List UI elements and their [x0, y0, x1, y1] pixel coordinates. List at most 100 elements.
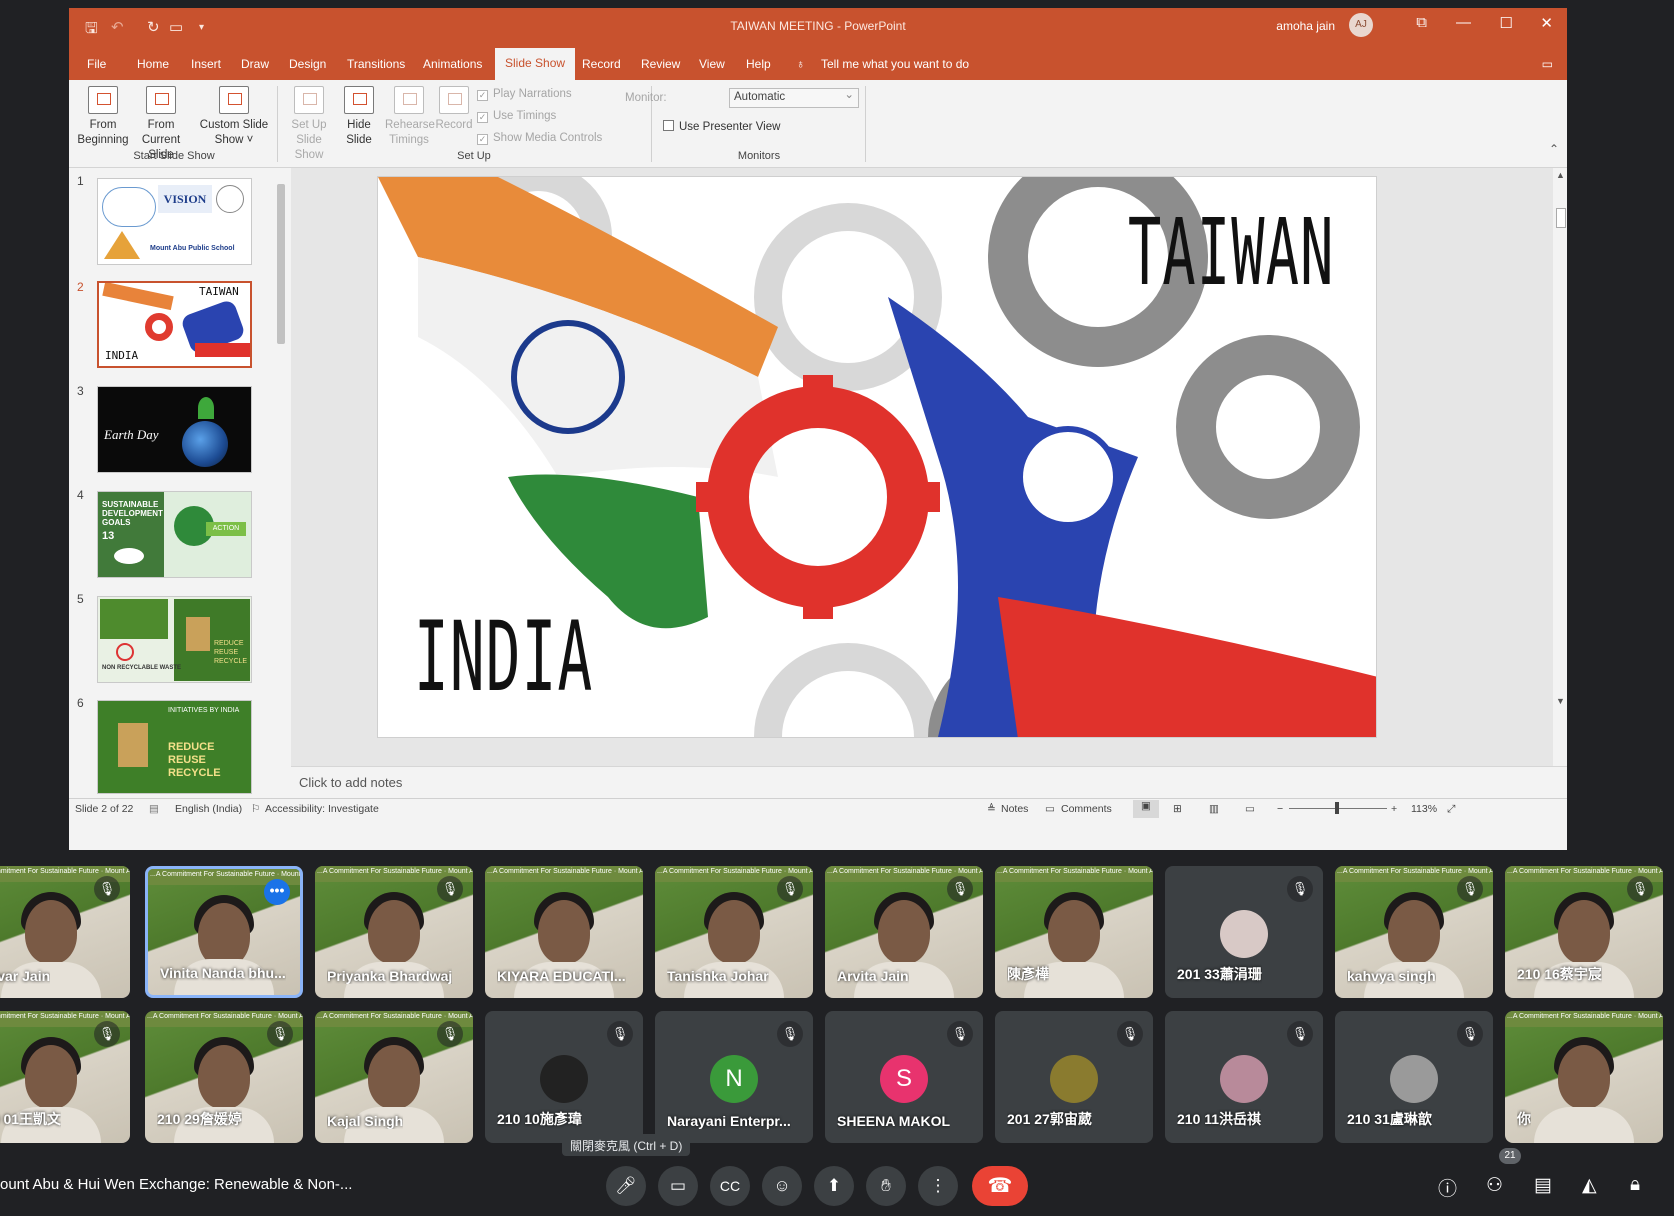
tab-draw[interactable]: Draw	[241, 57, 269, 71]
red-gear-shape	[145, 313, 173, 341]
tab-record[interactable]: Record	[582, 57, 621, 71]
comments-button[interactable]: Comments	[1061, 803, 1112, 815]
notes-button[interactable]: Notes	[1001, 803, 1028, 815]
participant-tile[interactable]: 🎙︎ 210 11洪岳祺	[1165, 1011, 1323, 1143]
rehearse-timings-button[interactable]: Rehearse Timings	[385, 86, 435, 148]
comments-icon[interactable]: ▭	[1542, 57, 1553, 71]
close-icon[interactable]: ✕	[1540, 14, 1553, 32]
language-status[interactable]: English (India)	[175, 803, 242, 815]
custom-slide-show-button[interactable]: Custom Slide Show ˅	[199, 86, 269, 148]
tab-slide-show[interactable]: Slide Show	[495, 48, 576, 80]
scroll-thumb[interactable]	[1556, 208, 1566, 228]
participant-tile[interactable]: ...A Commitment For Sustainable Future ·…	[1505, 866, 1663, 998]
tab-home[interactable]: Home	[137, 57, 169, 71]
ribbon-display-icon[interactable]: ⧉	[1416, 14, 1427, 31]
maximize-icon[interactable]: ☐	[1500, 14, 1513, 32]
tab-help[interactable]: Help	[746, 57, 771, 71]
fit-slide-icon[interactable]: ⤢	[1447, 803, 1455, 816]
participant-tile[interactable]: ...A Commitment For Sustainable Future ·…	[145, 866, 303, 998]
zoom-slider-thumb[interactable]	[1335, 802, 1339, 814]
slide-thumbnail-1[interactable]: VISION Mount Abu Public School	[97, 178, 252, 265]
participant-name: KIYARA EDUCATI...	[497, 968, 626, 984]
microphone-icon[interactable]: 🎤︎	[606, 1166, 646, 1206]
slide-thumbnail-5[interactable]: REDUCE REUSE RECYCLE NON RECYCLABLE WAST…	[97, 596, 252, 683]
host-controls-icon[interactable]: 🔒︎	[1630, 1174, 1640, 1196]
slide-thumbnail-6[interactable]: INITIATIVES BY INDIA REDUCE REUSE RECYCLE	[97, 700, 252, 794]
participant-tile[interactable]: ...A Commitment For Sustainable Future ·…	[145, 1011, 303, 1143]
set-up-slide-show-button[interactable]: Set Up Slide Show	[281, 86, 337, 163]
slideshow-view-icon[interactable]: ▭	[1245, 803, 1255, 815]
accessibility-status[interactable]: Accessibility: Investigate	[265, 803, 379, 815]
slide-thumbnail-4[interactable]: SUSTAINABLE DEVELOPMENT GOALS 13 ACTION	[97, 491, 252, 578]
participant-tile[interactable]: ...A Commitment For Sustainable Future ·…	[1505, 1011, 1663, 1143]
spelling-icon[interactable]: ▤	[149, 803, 159, 815]
participant-tile[interactable]: ...A Commitment For Sustainable Future ·…	[655, 866, 813, 998]
people-icon[interactable]: ⚇	[1486, 1174, 1503, 1197]
participant-tile[interactable]: ...A Commitment For Sustainable Future ·…	[0, 1011, 130, 1143]
participant-tile[interactable]: ...A Commitment For Sustainable Future ·…	[1335, 866, 1493, 998]
end-call-button[interactable]: ☎	[972, 1166, 1028, 1206]
scroll-down-icon[interactable]: ▼	[1556, 696, 1565, 706]
participant-tile[interactable]: ...A Commitment For Sustainable Future ·…	[485, 866, 643, 998]
participant-tile[interactable]: N 🎙︎ Narayani Enterpr...	[655, 1011, 813, 1143]
reading-view-icon[interactable]: ▥	[1209, 803, 1219, 815]
scroll-up-icon[interactable]: ▲	[1556, 170, 1565, 180]
info-icon[interactable]: ⓘ	[1438, 1174, 1457, 1201]
hide-slide-button[interactable]: Hide Slide	[339, 86, 379, 148]
tab-animations[interactable]: Animations	[423, 57, 482, 71]
participant-tile[interactable]: 🎙︎ 201 33蕭涓珊	[1165, 866, 1323, 998]
activities-icon[interactable]: ◭	[1582, 1174, 1597, 1197]
normal-view-icon[interactable]: ▣	[1133, 800, 1159, 818]
avatar[interactable]: AJ	[1349, 13, 1373, 37]
meet-control-bar: ount Abu & Hui Wen Exchange: Renewable &…	[0, 1156, 1674, 1216]
participant-tile[interactable]: 🎙︎ 210 10施彥瑋	[485, 1011, 643, 1143]
participant-tile[interactable]: ...A Commitment For Sustainable Future ·…	[825, 866, 983, 998]
play-narrations-checkbox[interactable]: ✓ Play Narrations	[477, 88, 572, 101]
zoom-in-icon[interactable]: +	[1391, 803, 1397, 815]
captions-icon[interactable]: CC	[710, 1166, 750, 1206]
zoom-out-icon[interactable]: −	[1277, 803, 1283, 815]
minimize-icon[interactable]: —	[1456, 14, 1471, 31]
notes-pane[interactable]: Click to add notes	[291, 766, 1567, 798]
participant-tile[interactable]: ...A Commitment For Sustainable Future ·…	[995, 866, 1153, 998]
slide-thumbnail-2[interactable]: TAIWAN INDIA	[97, 281, 252, 368]
tab-design[interactable]: Design	[289, 57, 326, 71]
slide-sorter-icon[interactable]: ⊞	[1173, 803, 1182, 815]
monitor-select[interactable]: Automatic	[729, 87, 859, 108]
collapse-ribbon-icon[interactable]: ⌃	[1549, 142, 1559, 156]
record-button[interactable]: Record	[435, 86, 473, 133]
tell-me-search[interactable]: Tell me what you want to do	[821, 57, 969, 71]
present-screen-icon[interactable]: ⬆	[814, 1166, 854, 1206]
participant-tile[interactable]: S 🎙︎ SHEENA MAKOL	[825, 1011, 983, 1143]
tab-review[interactable]: Review	[641, 57, 680, 71]
thumbnail-scrollbar[interactable]	[275, 168, 287, 794]
tab-transitions[interactable]: Transitions	[347, 57, 405, 71]
participant-tile[interactable]: ...A Commitment For Sustainable Future ·…	[0, 866, 130, 998]
use-timings-checkbox[interactable]: ✓ Use Timings	[477, 110, 556, 123]
participant-tile[interactable]: ...A Commitment For Sustainable Future ·…	[315, 866, 473, 998]
participant-name: 201 27郭宙葳	[1007, 1111, 1092, 1127]
zoom-level[interactable]: 113%	[1411, 803, 1437, 815]
from-beginning-button[interactable]: From Beginning	[75, 86, 131, 148]
scroll-thumb[interactable]	[277, 184, 285, 344]
slide-scrollbar[interactable]: ▲ ▼	[1555, 168, 1567, 766]
user-name[interactable]: amoha jain	[1276, 19, 1335, 33]
tab-insert[interactable]: Insert	[191, 57, 221, 71]
tab-view[interactable]: View	[699, 57, 725, 71]
sdg-text: SUSTAINABLE DEVELOPMENT GOALS	[102, 500, 163, 527]
chat-icon[interactable]: ▤	[1534, 1174, 1552, 1197]
participant-tile[interactable]: ...A Commitment For Sustainable Future ·…	[315, 1011, 473, 1143]
raise-hand-icon[interactable]: ✋︎	[866, 1166, 906, 1206]
more-options-icon[interactable]: ⋮	[918, 1166, 958, 1206]
tab-file[interactable]: File	[87, 57, 106, 71]
emoji-icon[interactable]: ☺	[762, 1166, 802, 1206]
participant-tile[interactable]: 🎙︎ 201 27郭宙葳	[995, 1011, 1153, 1143]
current-slide[interactable]: TAIWAN INDIA	[377, 176, 1377, 738]
school-name-text: Mount Abu Public School	[150, 245, 235, 252]
use-presenter-view-checkbox[interactable]: Use Presenter View	[663, 120, 780, 133]
slide-thumbnail-3[interactable]: Earth Day	[97, 386, 252, 473]
participant-tile[interactable]: 🎙︎ 210 31盧琳歆	[1335, 1011, 1493, 1143]
more-options-icon[interactable]: •••	[264, 879, 290, 905]
camera-icon[interactable]: ▭	[658, 1166, 698, 1206]
show-media-controls-checkbox[interactable]: ✓ Show Media Controls	[477, 132, 602, 145]
